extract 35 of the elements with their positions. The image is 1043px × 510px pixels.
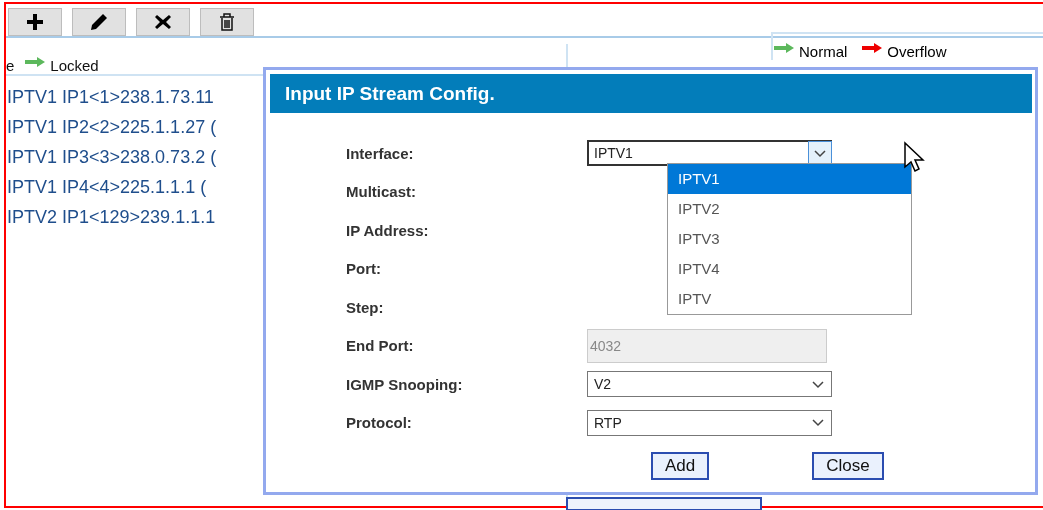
chevron-icon xyxy=(811,417,825,429)
dialog-title: Input IP Stream Config. xyxy=(270,74,1032,113)
dropdown-button[interactable] xyxy=(808,141,832,166)
legend-label: Locked xyxy=(50,57,99,74)
dropdown-option[interactable]: IPTV2 xyxy=(668,194,911,224)
toolbar-button[interactable] xyxy=(136,8,190,36)
close-icon xyxy=(153,12,173,32)
field-label: Multicast: xyxy=(345,183,417,201)
field-label: IP Address: xyxy=(345,221,430,239)
dialog-button[interactable]: Add xyxy=(651,452,710,480)
field-label: IGMP Snooping: xyxy=(345,375,464,393)
select-field[interactable]: RTP xyxy=(587,409,832,436)
toolbar-button[interactable] xyxy=(8,8,62,36)
pencil-icon xyxy=(89,12,109,32)
chevron-icon xyxy=(813,147,827,159)
legend-label: e xyxy=(6,57,15,74)
field-label: Port: xyxy=(345,260,382,278)
field-label: Step: xyxy=(345,298,385,316)
select-field[interactable]: V2 xyxy=(587,371,832,398)
dropdown-option[interactable]: IPTV4 xyxy=(668,254,911,284)
toolbar-button[interactable] xyxy=(72,8,126,36)
field-label: Interface: xyxy=(345,144,415,162)
dialog-button[interactable]: Close xyxy=(812,452,884,480)
legend-label: Normal xyxy=(799,43,848,60)
button[interactable] xyxy=(566,497,762,510)
chevron-icon xyxy=(811,378,825,390)
toolbar-button[interactable] xyxy=(200,8,254,36)
field-label: Protocol: xyxy=(345,414,413,432)
dropdown-option[interactable]: IPTV xyxy=(668,284,911,314)
dropdown-option[interactable]: IPTV1 xyxy=(668,164,911,194)
dropdown-option[interactable]: IPTV3 xyxy=(668,224,911,254)
plus-icon xyxy=(25,12,45,32)
field-label: End Port: xyxy=(345,337,415,355)
trash-icon xyxy=(217,12,237,32)
legend-label: Overflow xyxy=(887,43,947,60)
